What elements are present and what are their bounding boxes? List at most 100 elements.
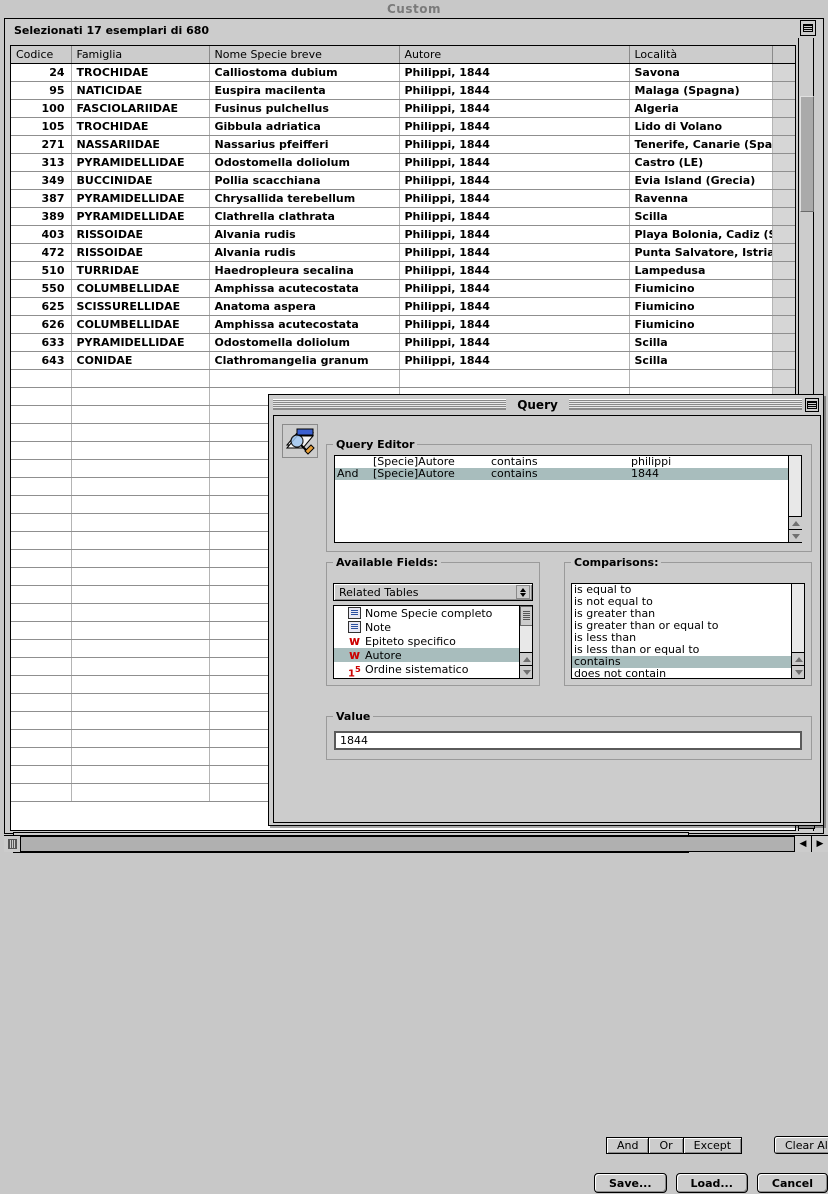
available-fields-rows: Nome Specie completo Note w Epiteto specifi… [334, 606, 532, 679]
hscroll-grip[interactable] [4, 836, 21, 852]
cell-famiglia: FASCIOLARIIDAE [71, 99, 210, 118]
query-line-comparison: contains [491, 467, 538, 480]
query-lines-container: [Specie]Autore contains philippi And [Specie… [335, 456, 801, 542]
fields-scroll-thumb[interactable] [520, 606, 532, 626]
comparisons-scroll-down-arrow-icon[interactable] [792, 665, 804, 678]
logic-button-except[interactable]: Except [682, 1137, 743, 1154]
table-row[interactable]: 271 NASSARIIDAE Nassarius pfeifferi Philipp… [11, 135, 795, 154]
table-row[interactable]: 625 SCISSURELLIDAE Anatoma aspera Philippi,… [11, 297, 795, 316]
cell-codice: 633 [11, 333, 72, 352]
cell-codice: 626 [11, 315, 72, 334]
column-header-località[interactable]: Località [629, 46, 773, 64]
comparisons-scrollbar[interactable] [791, 584, 804, 678]
table-row[interactable]: 472 RISSOIDAE Alvania rudis Philippi, 1844 P… [11, 243, 795, 262]
value-legend: Value [333, 710, 374, 723]
available-field-item[interactable]: 15 Ordine sistematico [334, 662, 532, 679]
cell-empty [11, 711, 72, 730]
query-lines-list[interactable]: [Specie]Autore contains philippi And [Specie… [334, 455, 802, 543]
cell-famiglia: TURRIDAE [71, 261, 210, 280]
cell-codice: 472 [11, 243, 72, 262]
available-fields-list[interactable]: Nome Specie completo Note w Epiteto specifi… [333, 605, 533, 679]
cell-localita: Ravenna [629, 189, 773, 208]
table-header: Codice Famiglia Nome Specie breve Autore Loc… [11, 46, 795, 64]
table-row[interactable]: 95 NATICIDAE Euspira macilenta Philippi, 18… [11, 81, 795, 100]
available-field-item[interactable]: Nome Specie completo [334, 606, 532, 620]
popup-updown-arrows-icon [516, 585, 530, 599]
logic-button-and[interactable]: And [606, 1137, 649, 1154]
related-tables-value: Related Tables [339, 585, 419, 599]
column-header-famiglia[interactable]: Famiglia [71, 46, 210, 64]
status-bar: Selezionati 17 esemplari di 680 [6, 20, 800, 40]
cell-empty [11, 783, 72, 802]
table-row[interactable]: 313 PYRAMIDELLIDAE Odostomella doliolum Phi… [11, 153, 795, 172]
action-button-load[interactable]: Load... [675, 1173, 748, 1193]
table-row[interactable]: 389 PYRAMIDELLIDAE Clathrella clathrata Phi… [11, 207, 795, 226]
table-row-empty[interactable] [11, 369, 795, 388]
query-editor-group: Query Editor [Specie]Autore contains phili… [326, 438, 812, 552]
fields-scroll-down-arrow-icon[interactable] [520, 665, 532, 678]
table-row[interactable]: 349 BUCCINIDAE Pollia scacchiana Philippi, … [11, 171, 795, 190]
cell-autore: Philippi, 1844 [399, 153, 630, 172]
cell-autore: Philippi, 1844 [399, 63, 630, 82]
logic-button-or[interactable]: Or [648, 1137, 683, 1154]
table-row[interactable]: 643 CONIDAE Clathromangelia granum Philippi… [11, 351, 795, 370]
available-field-item[interactable]: w Autore [334, 648, 532, 662]
cell-empty [71, 747, 210, 766]
cell-codice: 349 [11, 171, 72, 190]
hscroll-track[interactable] [21, 836, 794, 852]
list-scroll-thumb[interactable] [800, 96, 814, 212]
table-row[interactable]: 387 PYRAMIDELLIDAE Chrysallida terebellum P… [11, 189, 795, 208]
hscroll-right-arrow-icon[interactable]: ▶ [811, 836, 828, 852]
column-header-nome-specie-breve[interactable]: Nome Specie breve [209, 46, 400, 64]
column-header-autore[interactable]: Autore [399, 46, 630, 64]
line-button-clear-all[interactable]: Clear All [774, 1136, 828, 1154]
cell-autore: Philippi, 1844 [399, 81, 630, 100]
cell-empty [11, 441, 72, 460]
column-header-endcap [772, 46, 795, 64]
cell-codice: 643 [11, 351, 72, 370]
cell-autore: Philippi, 1844 [399, 117, 630, 136]
grip-lines-icon [7, 839, 17, 849]
available-field-item[interactable]: w Epiteto specifico [334, 634, 532, 648]
comparisons-list[interactable]: is equal to is not equal to is greater tha… [571, 583, 805, 679]
table-row[interactable]: 100 FASCIOLARIIDAE Fusinus pulchellus Phili… [11, 99, 795, 118]
cell-autore: Philippi, 1844 [399, 243, 630, 262]
query-list-scrollbar[interactable] [788, 456, 802, 542]
cell-famiglia: PYRAMIDELLIDAE [71, 153, 210, 172]
fields-scrollbar[interactable] [519, 606, 532, 678]
cell-autore: Philippi, 1844 [399, 207, 630, 226]
hscroll-left-arrow-icon[interactable]: ◀ [794, 836, 811, 852]
comparisons-label: Comparisons: [571, 556, 662, 569]
column-header-codice[interactable]: Codice [11, 46, 72, 64]
value-input[interactable] [334, 731, 802, 750]
related-tables-popup[interactable]: Related Tables [333, 583, 533, 601]
table-row[interactable]: 626 COLUMBELLIDAE Amphissa acutecostata Phi… [11, 315, 795, 334]
query-title-bar[interactable]: Query [270, 396, 822, 413]
table-row[interactable]: 24 TROCHIDAE Calliostoma dubium Philippi, 1… [11, 63, 795, 82]
table-row[interactable]: 550 COLUMBELLIDAE Amphissa acutecostata Phi… [11, 279, 795, 298]
query-line-row[interactable]: And [Specie]Autore contains 1844 [335, 468, 801, 480]
available-field-item[interactable]: Note [334, 620, 532, 634]
cell-specie: Odostomella doliolum [209, 333, 400, 352]
comparison-item[interactable]: does not contain [572, 668, 804, 679]
table-row[interactable]: 403 RISSOIDAE Alvania rudis Philippi, 1844 P… [11, 225, 795, 244]
window-horizontal-scrollbar[interactable]: ◀ ▶ [4, 835, 828, 852]
comparisons-scroll-up-arrow-icon[interactable] [792, 652, 804, 665]
available-field-label: Nome Specie completo [365, 606, 493, 620]
action-button-cancel[interactable]: Cancel [756, 1173, 828, 1193]
cell-autore: Philippi, 1844 [399, 189, 630, 208]
fields-scroll-up-arrow-icon[interactable] [520, 652, 532, 665]
action-button-save[interactable]: Save... [594, 1173, 667, 1193]
cell-localita: Lido di Volano [629, 117, 773, 136]
table-row[interactable]: 633 PYRAMIDELLIDAE Odostomella doliolum Phi… [11, 333, 795, 352]
query-list-scroll-up-arrow-icon[interactable] [789, 516, 802, 529]
cell-empty [11, 693, 72, 712]
table-row[interactable]: 105 TROCHIDAE Gibbula adriatica Philippi, 1… [11, 117, 795, 136]
cell-endcap [772, 369, 795, 388]
window-zoom-box[interactable] [800, 20, 816, 36]
table-row[interactable]: 510 TURRIDAE Haedropleura secalina Philippi… [11, 261, 795, 280]
query-zoom-box[interactable] [805, 397, 819, 412]
query-list-scroll-down-arrow-icon[interactable] [789, 529, 802, 542]
cell-autore: Philippi, 1844 [399, 297, 630, 316]
cell-empty [11, 603, 72, 622]
